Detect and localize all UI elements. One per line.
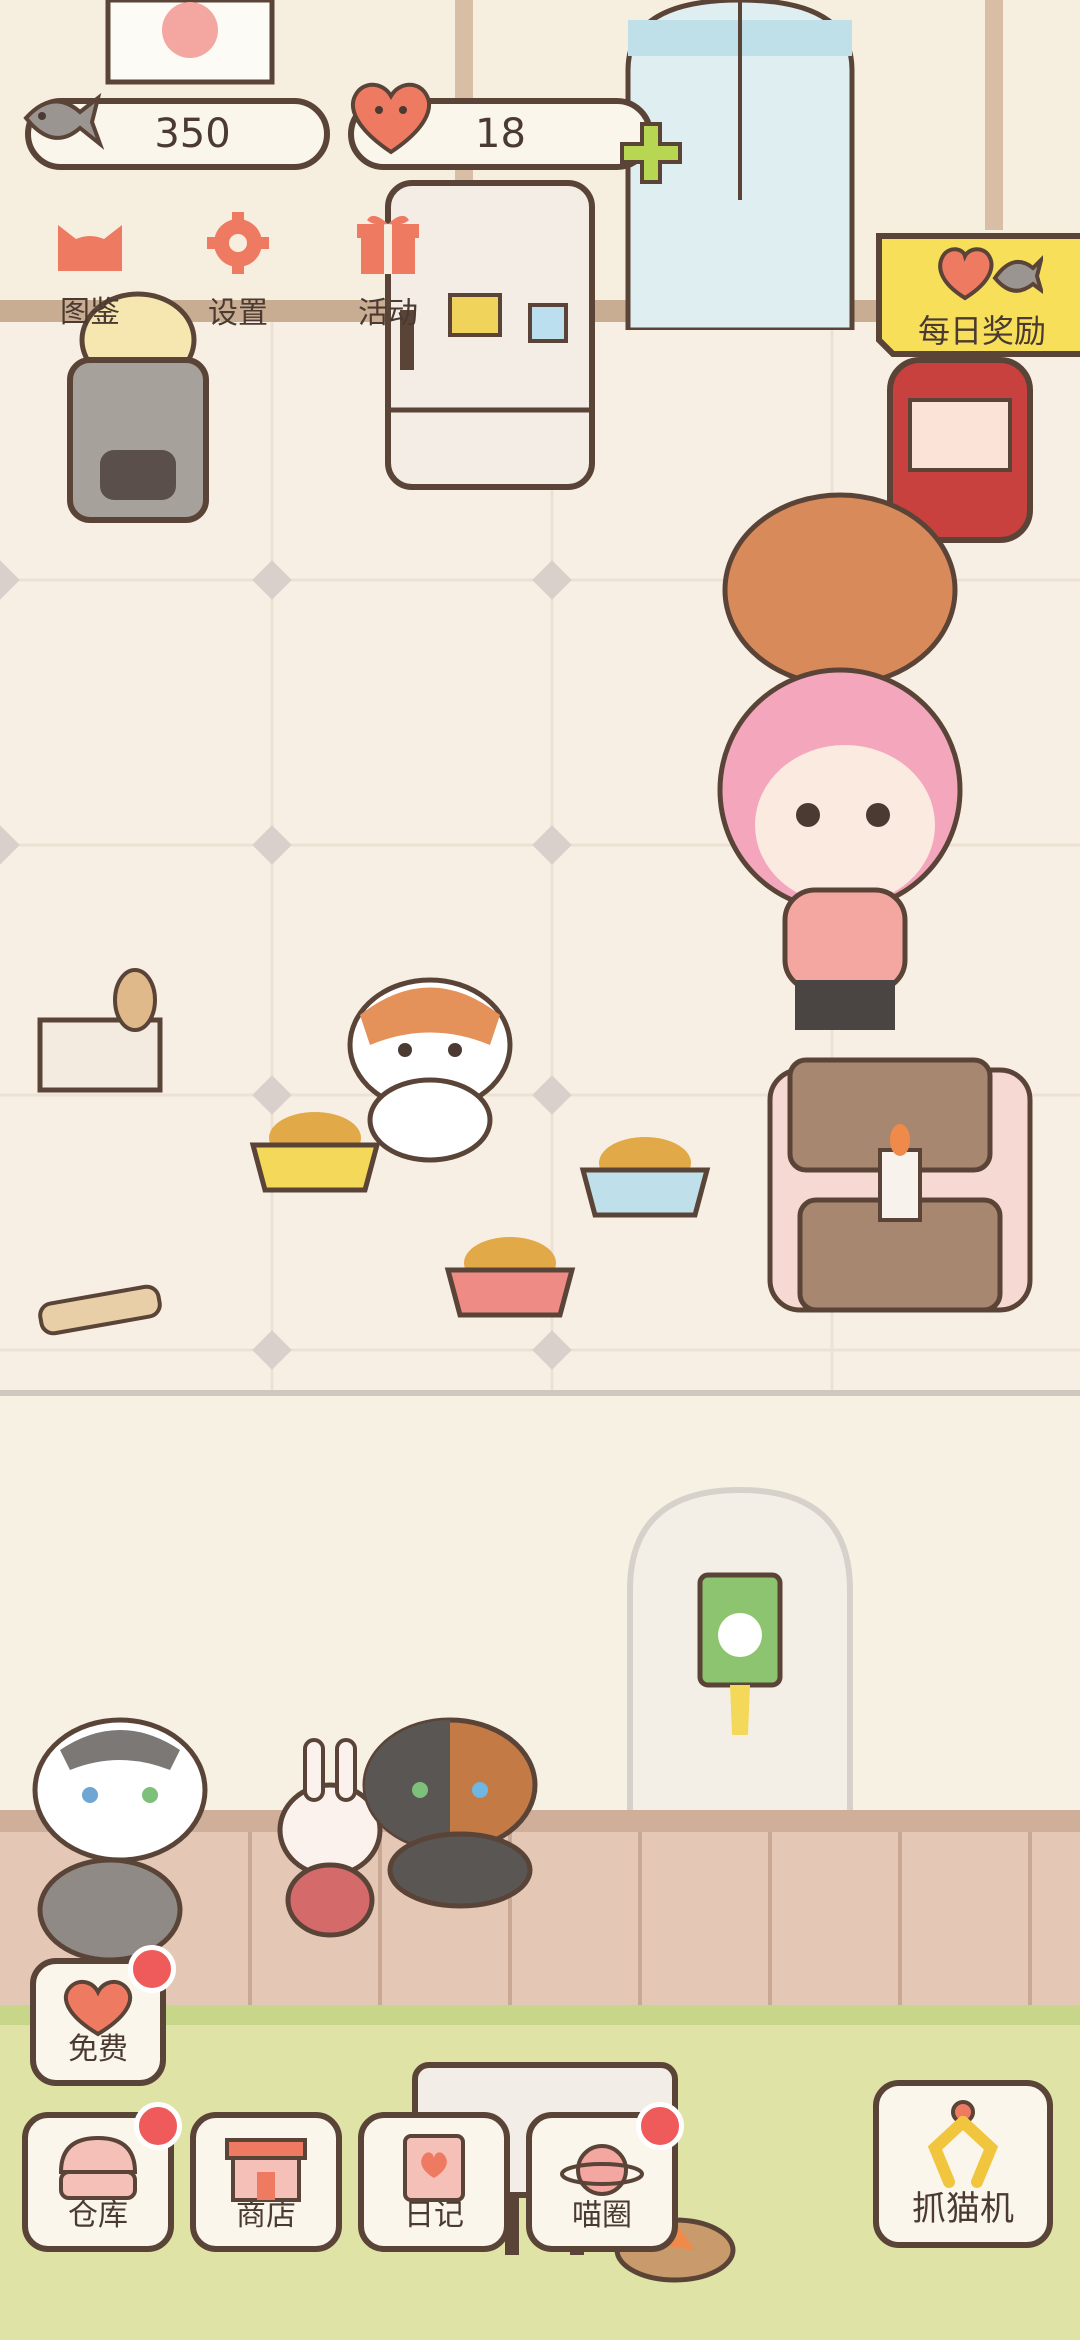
utensil-holder bbox=[37, 968, 163, 1093]
diary-icon bbox=[403, 2134, 465, 2202]
heart-count: 18 bbox=[475, 111, 526, 157]
heart-fish-icon bbox=[938, 247, 1043, 301]
daily-reward-button[interactable]: 每日奖励 bbox=[873, 230, 1080, 360]
food-bowl-blue bbox=[579, 1137, 711, 1218]
storage-icon bbox=[58, 2135, 138, 2200]
menu-settings-label: 设置 bbox=[208, 296, 268, 331]
heart-icon bbox=[350, 82, 432, 155]
claw-machine-button[interactable]: 抓猫机 bbox=[873, 2080, 1053, 2248]
rolling-pin bbox=[38, 1284, 162, 1336]
menu-settings[interactable]: 设置 bbox=[178, 210, 298, 332]
heart-icon bbox=[63, 1980, 133, 2037]
food-bowl-red bbox=[444, 1237, 576, 1318]
candle-table bbox=[767, 1057, 1033, 1313]
claw-icon bbox=[927, 2100, 999, 2188]
menu-collection-label: 图鉴 bbox=[60, 295, 120, 330]
planet-cat-icon bbox=[560, 2144, 644, 2196]
gear-icon bbox=[207, 212, 269, 274]
gift-icon bbox=[357, 215, 419, 274]
free-button-badge bbox=[128, 1945, 176, 1993]
nav-shop[interactable]: 商店 bbox=[190, 2112, 342, 2252]
shop-icon bbox=[225, 2138, 307, 2202]
menu-events[interactable]: 活动 bbox=[328, 210, 448, 332]
daily-reward-label: 每日奖励 bbox=[918, 312, 1047, 350]
nav-cat-circle-badge bbox=[636, 2102, 684, 2150]
cat-head-icon bbox=[58, 225, 122, 271]
wall-picture bbox=[105, 0, 275, 85]
black-orange-cat bbox=[362, 1717, 538, 1909]
add-hearts-button[interactable] bbox=[618, 120, 684, 186]
calico-cat-sitting bbox=[32, 1717, 208, 1963]
omamori-charm bbox=[697, 1572, 783, 1735]
food-bowl-yellow bbox=[249, 1112, 381, 1193]
nav-diary[interactable]: 日记 bbox=[358, 2112, 510, 2252]
nav-storage-badge bbox=[134, 2102, 182, 2150]
girl-character bbox=[717, 492, 963, 1030]
menu-events-label: 活动 bbox=[358, 296, 418, 331]
menu-collection[interactable]: 图鉴 bbox=[30, 215, 150, 331]
fish-icon bbox=[23, 92, 104, 150]
fish-count: 350 bbox=[154, 111, 231, 157]
